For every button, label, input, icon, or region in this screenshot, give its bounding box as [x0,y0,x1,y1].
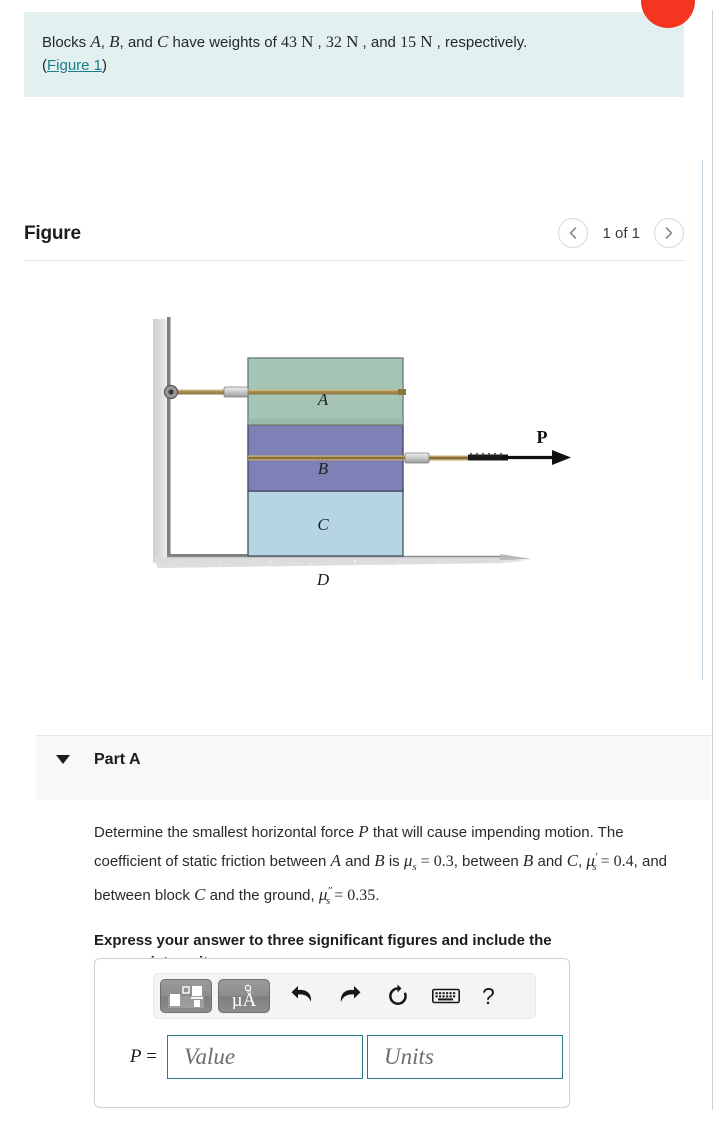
figure-divider [24,260,684,261]
q-sym-b: B [374,851,385,870]
answer-entry-panel: µÅ ? P = Value Units [94,958,570,1108]
paren-close: ) [102,57,108,74]
statement-prefix: Blocks [42,34,91,51]
chevron-right-icon [665,227,673,239]
redo-button[interactable] [330,979,370,1013]
answer-toolbar: µÅ ? [153,973,536,1019]
question-text: Determine the smallest horizontal force … [94,820,694,913]
micro-angstrom-units-icon: µÅ [232,984,257,1009]
statement-suffix: , respectively. [432,34,528,51]
statement-weight-2: 32 [325,34,342,51]
wall-support [153,317,249,563]
chevron-left-icon [570,227,577,239]
statement-sep4: , and [358,34,401,51]
q-sym-a: A [330,851,341,870]
problem-statement-text: Blocks A, B, and C have weights of 43 N … [42,30,666,77]
force-p-label: P [537,427,548,447]
block-c-label: C [317,515,329,534]
q-line1end: . [375,887,380,904]
blocks-stack-diagram: A B C D P [153,317,571,589]
ground-d-label: D [316,570,330,589]
statement-mid: have weights of [168,34,281,51]
triangle-down-icon[interactable] [56,755,70,764]
q-line1e: , between [453,853,523,870]
answer-value-input[interactable] [167,1035,363,1079]
q-sym-p: P [358,822,369,841]
keyboard-button[interactable] [426,979,466,1013]
math-template-button[interactable] [160,979,212,1013]
statement-sep1: , [100,34,110,51]
answer-variable-label: P = [113,1046,167,1068]
help-button[interactable]: ? [482,983,495,1010]
part-a-title: Part A [94,751,141,768]
figure-next-button[interactable] [654,218,684,248]
question-body: Determine the smallest horizontal force … [94,820,694,974]
undo-button[interactable] [282,979,322,1013]
math-template-icon [168,986,204,1008]
statement-block-b: B [109,32,120,51]
keyboard-icon [432,988,460,1004]
figure-prev-button[interactable] [558,218,589,248]
answer-units-input[interactable] [367,1035,563,1079]
undo-arrow-icon [291,986,312,1002]
figure-header: Figure 1 of 1 [24,218,684,258]
statement-sep2: , and [119,34,158,51]
reset-button[interactable] [378,979,418,1013]
q-sym-b2: B [522,851,534,870]
q-sym-c: C [566,851,579,870]
inner-panel-scrollbar-line[interactable] [702,160,703,680]
q-line1f: and [533,853,567,870]
statement-unit-3: N [420,32,433,51]
answer-variable-symbol: P [129,1046,142,1067]
statement-block-a: A [90,32,101,51]
force-p-arrow [502,450,571,465]
page-scrollbar-line[interactable] [712,10,713,1110]
statement-weight-3: 15 [400,34,417,51]
q-sym-c2: C [194,885,206,904]
svg-text:µÅ: µÅ [232,990,257,1009]
statement-unit-1: N [301,32,314,51]
statement-weight-1: 43 [280,34,297,51]
q-line1a: Determine the smallest horizontal force [94,824,359,841]
physics-diagram: A B C D P [150,305,580,605]
figure-count-label: 1 of 1 [602,224,640,242]
q-eq1: = 0.3 [416,853,454,870]
problem-statement-panel: Blocks A, B, and C have weights of 43 N … [24,12,684,97]
redo-arrow-icon [340,986,361,1002]
figure-navigation: 1 of 1 [558,218,684,248]
q-eq2: = 0.4 [596,853,634,870]
statement-unit-2: N [346,32,359,51]
statement-block-c: C [157,32,169,51]
units-button[interactable]: µÅ [218,979,270,1013]
block-b-label: B [318,459,329,478]
block-a-label: A [317,390,329,409]
reset-circular-arrow-icon [389,984,407,1005]
figure-1-link[interactable]: Figure 1 [47,57,102,74]
figure-title: Figure [24,223,81,244]
q-line1i: and the ground, [205,887,319,904]
q-line1c: and [340,853,375,870]
answer-equals-sign: = [141,1046,157,1067]
statement-sep3: , [313,34,326,51]
q-line1d: is [384,853,404,870]
answer-input-row: P = [113,1035,563,1079]
q-eq3: = 0.35 [330,887,376,904]
